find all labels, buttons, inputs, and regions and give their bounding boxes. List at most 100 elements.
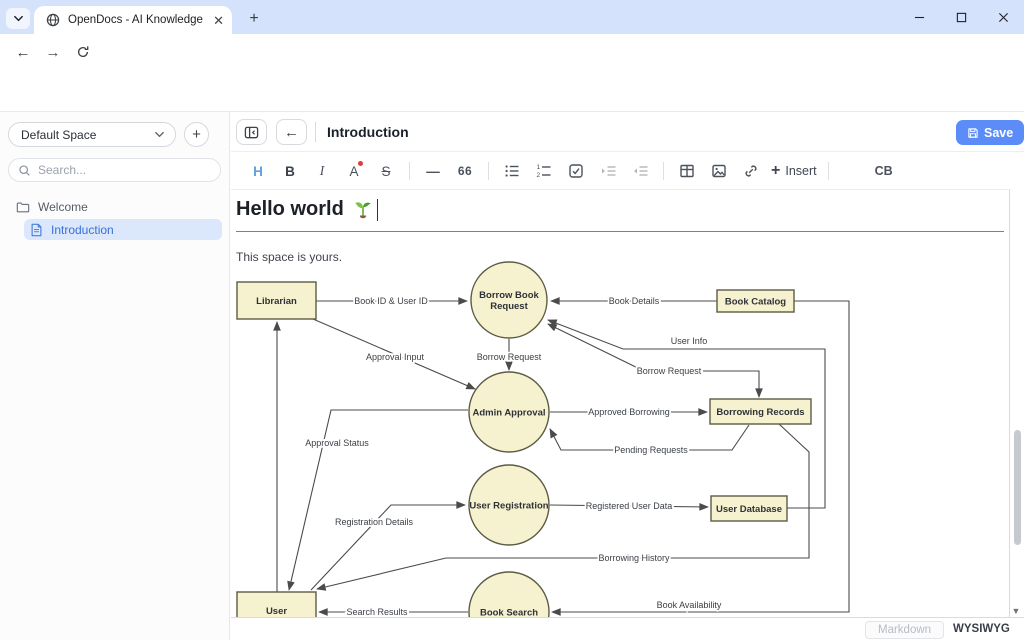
task-list-icon [568, 163, 584, 179]
edge-approval-status [289, 410, 468, 590]
new-tab-button[interactable]: + [243, 8, 265, 30]
table-button[interactable] [672, 157, 702, 185]
browser-window: OpenDocs - AI Knowledge Base ✕ + ← → ai-… [0, 0, 1024, 640]
node-label: User Registration [469, 501, 548, 512]
horizontal-rule-button[interactable]: — [418, 157, 448, 185]
blockquote-button[interactable]: 66 [450, 157, 480, 185]
document-icon [30, 223, 43, 237]
task-list-button[interactable] [561, 157, 591, 185]
back-button[interactable]: ← [8, 37, 38, 67]
space-selector-label: Default Space [21, 128, 96, 142]
bullet-list-icon [504, 163, 520, 179]
window-maximize-button[interactable] [940, 0, 982, 34]
node-borrowing-records: Borrowing Records [710, 399, 811, 424]
browser-tab[interactable]: OpenDocs - AI Knowledge Base ✕ [34, 6, 232, 34]
edge-label-book-id-user-id: Book ID & User ID [354, 296, 428, 306]
scrollbar-thumb[interactable] [1014, 430, 1021, 545]
add-space-button[interactable]: + [184, 122, 209, 147]
panel-toggle-icon [244, 125, 259, 140]
image-icon [711, 163, 727, 179]
node-user-registration: User Registration [469, 465, 549, 545]
edge-label-borrow-request-records: Borrow Request [637, 366, 702, 376]
node-label: Borrowing Records [716, 407, 804, 418]
tab-close-icon[interactable]: ✕ [213, 14, 224, 27]
sidebar-item-label: Introduction [51, 223, 114, 237]
code-block-button[interactable]: CB [869, 157, 899, 185]
italic-button[interactable]: I [307, 157, 337, 185]
edge-label-approval-input: Approval Input [366, 352, 425, 362]
doc-back-button[interactable]: ← [276, 119, 307, 145]
app-header: OpenDocs Powered by Visual Paradigm Shar… [0, 70, 1024, 112]
toolbar-divider [663, 162, 664, 180]
refresh-button[interactable] [68, 37, 98, 67]
code-button[interactable] [837, 157, 867, 185]
header-divider [315, 122, 316, 142]
node-label: Borrow Book [479, 290, 539, 301]
doc-paragraph: This space is yours. [236, 250, 342, 264]
search-icon [18, 164, 31, 177]
page-tree: Welcome Introduction [0, 194, 230, 242]
indent-decrease-icon [632, 163, 649, 179]
tab-search-button[interactable] [6, 8, 30, 29]
window-close-button[interactable] [982, 0, 1024, 34]
formatting-toolbar: HBIAS —66 12 +Insert CB [231, 153, 1011, 190]
browser-toolbar: ← → ai-toolbox.visual-paradigm.com/app/o… [0, 34, 1024, 70]
font-color-button[interactable]: A [339, 157, 369, 185]
edge-label-registered-user-data: Registered User Data [586, 501, 673, 511]
node-book-search: Book Search [469, 572, 549, 617]
heading-button[interactable]: H [243, 157, 273, 185]
toolbar-divider [409, 162, 410, 180]
refresh-icon [76, 45, 90, 59]
save-floppy-icon [967, 127, 979, 139]
bold-button[interactable]: B [275, 157, 305, 185]
dfd-diagram: Book ID & User IDBook DetailsUser InfoBo… [231, 190, 1010, 617]
tab-strip: OpenDocs - AI Knowledge Base ✕ + [0, 0, 1024, 34]
edge-borrow-request-records [548, 324, 759, 397]
search-input[interactable] [38, 163, 198, 177]
edge-label-book-availability: Book Availability [657, 600, 722, 610]
node-book-catalog: Book Catalog [717, 290, 794, 312]
insert-button[interactable]: +Insert [768, 157, 820, 185]
forward-button[interactable]: → [38, 37, 68, 67]
sidebar-item-label: Welcome [38, 200, 88, 214]
node-admin-approval: Admin Approval [469, 372, 549, 452]
toolbar-divider [488, 162, 489, 180]
window-minimize-button[interactable] [898, 0, 940, 34]
edge-label-approval-status: Approval Status [305, 438, 369, 448]
node-label: User Database [716, 504, 782, 515]
sidebar-toggle-button[interactable] [236, 119, 267, 145]
edge-label-borrow-request-down: Borrow Request [477, 352, 542, 362]
wysiwyg-mode-button[interactable]: WYSIWYG [953, 623, 1010, 635]
ordered-list-button[interactable]: 12 [529, 157, 559, 185]
bullet-list-button[interactable] [497, 157, 527, 185]
minimize-icon [914, 12, 925, 23]
chevron-down-icon [154, 129, 165, 140]
link-icon [743, 163, 759, 179]
sidebar-item-introduction[interactable]: Introduction [24, 219, 222, 240]
toolbar-divider [828, 162, 829, 180]
edge-label-book-details: Book Details [609, 296, 660, 306]
image-button[interactable] [704, 157, 734, 185]
ordered-list-icon: 12 [536, 163, 552, 179]
scrollbar-down-arrow[interactable]: ▼ [1009, 604, 1023, 618]
search-box[interactable] [8, 158, 221, 182]
node-label: Request [490, 301, 528, 312]
seedling-emoji [352, 199, 374, 221]
save-button[interactable]: Save [956, 120, 1024, 145]
color-dot [358, 161, 363, 166]
svg-text:1: 1 [537, 164, 541, 171]
document-content[interactable]: Book ID & User IDBook DetailsUser InfoBo… [231, 190, 1010, 617]
edge-label-pending-requests: Pending Requests [614, 445, 688, 455]
sidebar-item-welcome[interactable]: Welcome [10, 196, 222, 217]
edge-label-registration-details: Registration Details [335, 517, 414, 527]
maximize-icon [956, 12, 967, 23]
markdown-mode-button[interactable]: Markdown [865, 621, 944, 639]
editor-panel: ← Introduction Save HBIAS—6612+InsertCB … [231, 112, 1024, 640]
strikethrough-button[interactable]: S [371, 157, 401, 185]
globe-favicon-icon [46, 13, 60, 27]
space-selector[interactable]: Default Space [8, 122, 176, 147]
tab-title: OpenDocs - AI Knowledge Base [68, 14, 207, 26]
link-button[interactable] [736, 157, 766, 185]
node-label: Admin Approval [472, 408, 545, 419]
node-label: User [266, 606, 287, 617]
